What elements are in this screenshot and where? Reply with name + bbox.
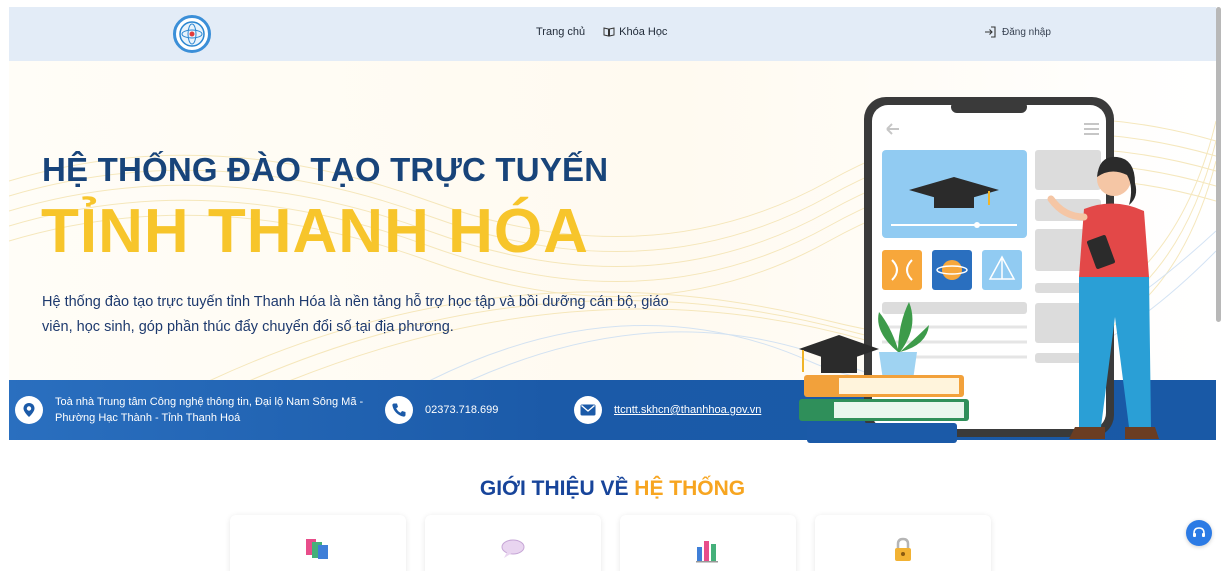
location-pin-icon — [15, 396, 43, 424]
intro-card[interactable] — [230, 515, 406, 571]
chat-bubble-icon — [501, 539, 525, 558]
envelope-icon — [574, 396, 602, 424]
contact-email[interactable]: ttcntt.skhcn@thanhhoa.gov.vn — [574, 380, 761, 440]
main-nav: Trang chủ Khóa Học — [536, 26, 667, 38]
intro-cards — [230, 515, 991, 571]
hero-title-line-1: HỆ THỐNG ĐÀO TẠO TRỰC TUYẾN — [42, 151, 609, 188]
headset-icon — [1193, 527, 1205, 537]
nav-home-label: Trang chủ — [536, 26, 586, 38]
login-icon — [985, 26, 996, 38]
intro-title-accent: HỆ THỐNG — [634, 477, 746, 500]
site-logo[interactable] — [173, 15, 211, 53]
hero-illustration — [799, 97, 1159, 443]
contact-phone[interactable]: 02373.718.699 — [385, 380, 498, 440]
hero-description: Hệ thống đào tạo trực tuyến tỉnh Thanh H… — [42, 294, 669, 335]
intro-card[interactable] — [815, 515, 991, 571]
email-link[interactable]: ttcntt.skhcn@thanhhoa.gov.vn — [614, 402, 761, 418]
intro-section-title: GIỚI THIỆU VỀ HỆ THỐNG — [9, 477, 1216, 501]
book-icon — [603, 27, 615, 37]
address-text: Toà nhà Trung tâm Công nghệ thông tin, Đ… — [55, 396, 364, 424]
nav-courses-label: Khóa Học — [619, 26, 668, 38]
page-scrollbar[interactable] — [1216, 7, 1221, 322]
page: Trang chủ Khóa Học Đăng nhập HỆ THỐNG ĐÀ… — [9, 7, 1216, 571]
phone-icon — [385, 396, 413, 424]
lock-icon — [895, 537, 911, 561]
books-icon — [306, 539, 328, 559]
bar-chart-icon — [696, 541, 718, 563]
intro-card[interactable] — [425, 515, 601, 571]
support-chat-button[interactable] — [1186, 520, 1212, 546]
nav-courses[interactable]: Khóa Học — [603, 26, 667, 38]
nav-home[interactable]: Trang chủ — [536, 26, 585, 38]
login-label: Đăng nhập — [1002, 26, 1051, 38]
intro-title-main: GIỚI THIỆU VỀ — [479, 477, 635, 500]
hero-title-line-2: TỈNH THANH HÓA — [41, 197, 589, 266]
logo-emblem-icon — [179, 21, 205, 47]
phone-text: 02373.718.699 — [425, 404, 499, 416]
top-header: Trang chủ Khóa Học Đăng nhập — [9, 7, 1216, 61]
contact-address: Toà nhà Trung tâm Công nghệ thông tin, Đ… — [15, 380, 365, 440]
intro-card[interactable] — [620, 515, 796, 571]
login-link[interactable]: Đăng nhập — [984, 26, 1051, 38]
